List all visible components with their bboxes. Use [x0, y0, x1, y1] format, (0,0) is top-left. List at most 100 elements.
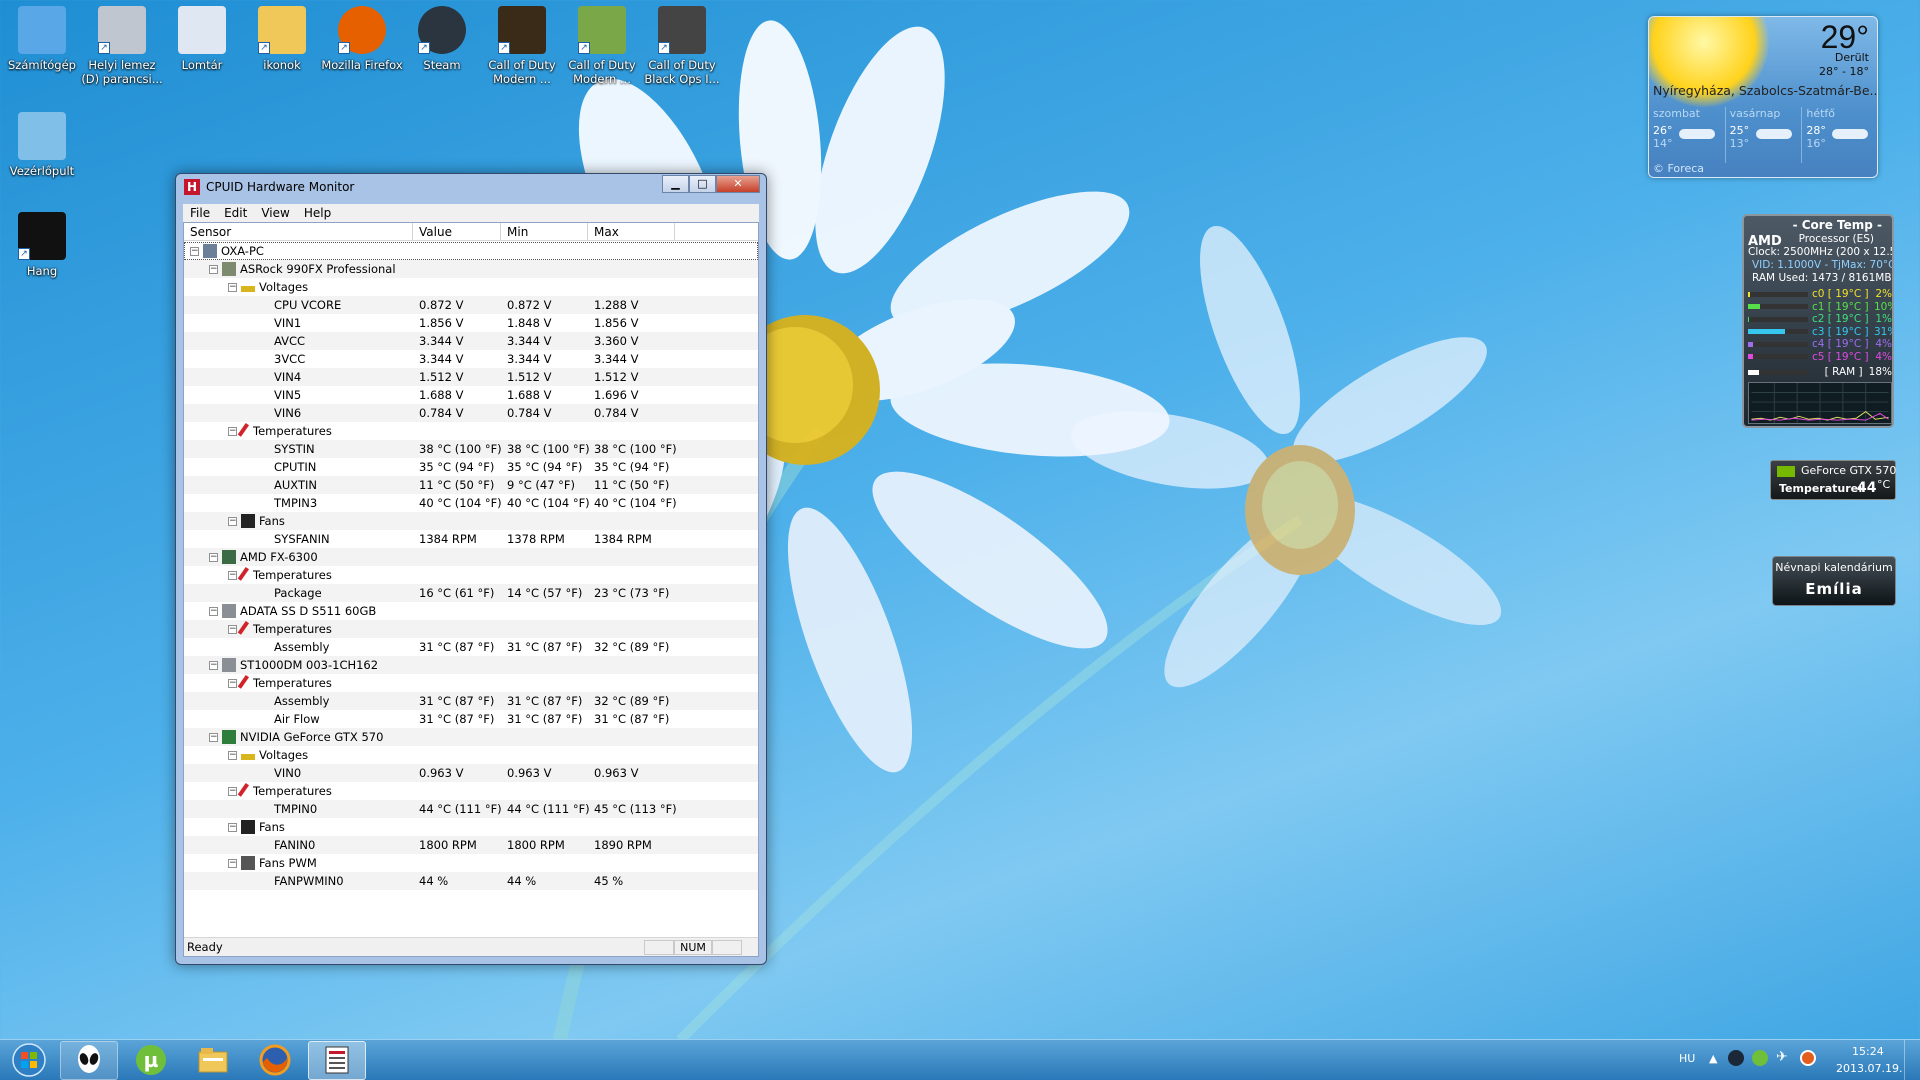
weather-gadget[interactable]: 29° Derült 28° - 18° Nyíregyháza, Szabol… [1648, 16, 1878, 178]
desktop-icon-recycle-bin[interactable]: Lomtár [160, 6, 244, 72]
clock-date[interactable]: 2013.07.19. [1836, 1062, 1902, 1075]
collapse-toggle-icon[interactable]: − [228, 516, 237, 526]
tree-node[interactable]: − Fans PWM [184, 854, 758, 872]
nameday-gadget[interactable]: Névnapi kalendárium Emília [1772, 556, 1896, 606]
network-tray-icon[interactable]: ✈ [1776, 1049, 1788, 1065]
desktop-icon-label: Lomtár [181, 58, 223, 72]
sensor-row[interactable]: SYSFANIN 1384 RPM 1378 RPM 1384 RPM [184, 530, 758, 548]
collapse-toggle-icon[interactable]: − [209, 606, 218, 616]
desktop-icon-cod-mw2[interactable]: ↗ Call of Duty Modern ... [480, 6, 564, 86]
tree-node[interactable]: − Temperatures [184, 566, 758, 584]
sensor-row[interactable]: VIN1 1.856 V 1.848 V 1.856 V [184, 314, 758, 332]
sensor-row[interactable]: AUXTIN 11 °C (50 °F) 9 °C (47 °F) 11 °C (50… [184, 476, 758, 494]
menu-help[interactable]: Help [297, 204, 338, 222]
tree-node[interactable]: − OXA-PC [184, 242, 758, 260]
taskbar-hwmonitor[interactable] [308, 1040, 366, 1080]
menu-file[interactable]: File [183, 204, 217, 222]
computer-icon [18, 6, 66, 54]
weather-condition: Derült [1834, 51, 1869, 64]
collapse-toggle-icon[interactable]: − [228, 858, 237, 868]
tree-node[interactable]: − ADATA SS D S511 60GB [184, 602, 758, 620]
maximize-button[interactable]: □ [689, 175, 716, 193]
menu-view[interactable]: View [254, 204, 296, 222]
sensor-row[interactable]: 3VCC 3.344 V 3.344 V 3.344 V [184, 350, 758, 368]
collapse-toggle-icon[interactable]: − [209, 732, 218, 742]
tree-node[interactable]: − AMD FX-6300 [184, 548, 758, 566]
start-button[interactable] [0, 1041, 58, 1080]
tree-node[interactable]: − Temperatures [184, 620, 758, 638]
tree-node[interactable]: − Temperatures [184, 422, 758, 440]
sensor-row[interactable]: FANIN0 1800 RPM 1800 RPM 1890 RPM [184, 836, 758, 854]
desktop-icon-control-panel[interactable]: Vezérlőpult [0, 112, 84, 178]
column-sensor[interactable]: Sensor [184, 223, 413, 240]
column-value[interactable]: Value [413, 223, 501, 240]
sensor-row[interactable]: SYSTIN 38 °C (100 °F) 38 °C (100 °F) 38 °C … [184, 440, 758, 458]
tree-node[interactable]: − Temperatures [184, 674, 758, 692]
tree-node[interactable]: − Voltages [184, 746, 758, 764]
sensor-row[interactable]: Assembly 31 °C (87 °F) 31 °C (87 °F) 32 °C … [184, 692, 758, 710]
column-max[interactable]: Max [588, 223, 675, 240]
collapse-toggle-icon[interactable]: − [228, 786, 237, 796]
minimize-button[interactable]: ▁ [662, 175, 689, 193]
tree-node[interactable]: − ST1000DM 003-1CH162 [184, 656, 758, 674]
taskbar-utorrent[interactable]: µ [122, 1041, 180, 1080]
volume-tray-icon[interactable] [1800, 1050, 1816, 1066]
tree-node[interactable]: − Fans [184, 512, 758, 530]
tree-node[interactable]: − Temperatures [184, 782, 758, 800]
collapse-toggle-icon[interactable]: − [228, 624, 237, 634]
utorrent-tray-icon[interactable] [1752, 1050, 1768, 1066]
desktop-icon-cod-bo2[interactable]: ↗ Call of Duty Black Ops I... [640, 6, 724, 86]
sensor-row[interactable]: VIN4 1.512 V 1.512 V 1.512 V [184, 368, 758, 386]
tree-node[interactable]: − ASRock 990FX Professional [184, 260, 758, 278]
hwmonitor-window[interactable]: H CPUID Hardware Monitor ▁ □ ✕ File Edit… [175, 173, 767, 965]
sensor-row[interactable]: Package 16 °C (61 °F) 14 °C (57 °F) 23 °C (… [184, 584, 758, 602]
desktop-icon-computer[interactable]: Számítógép [0, 6, 84, 72]
desktop-icon-cod-mw3[interactable]: ↗ Call of Duty Modern ... [560, 6, 644, 86]
sensor-row[interactable]: CPU VCORE 0.872 V 0.872 V 1.288 V [184, 296, 758, 314]
sensor-row[interactable]: AVCC 3.344 V 3.344 V 3.360 V [184, 332, 758, 350]
language-indicator[interactable]: HU [1679, 1052, 1695, 1065]
collapse-toggle-icon[interactable]: − [209, 552, 218, 562]
sensor-row[interactable]: FANPWMIN0 44 % 44 % 45 % [184, 872, 758, 890]
taskbar-firefox[interactable] [246, 1041, 304, 1080]
sensor-row[interactable]: Air Flow 31 °C (87 °F) 31 °C (87 °F) 31 °C … [184, 710, 758, 728]
tree-node[interactable]: − NVIDIA GeForce GTX 570 [184, 728, 758, 746]
taskbar-alien[interactable] [60, 1040, 118, 1080]
clock-time[interactable]: 15:24 [1852, 1045, 1884, 1058]
desktop-icon-firefox[interactable]: ↗ Mozilla Firefox [320, 6, 404, 72]
sensor-row[interactable]: Assembly 31 °C (87 °F) 31 °C (87 °F) 32 °C … [184, 638, 758, 656]
desktop-icon-disk[interactable]: ↗ Helyi lemez (D) parancsi... [80, 6, 164, 86]
desktop-icon-steam[interactable]: ↗ Steam [400, 6, 484, 72]
collapse-toggle-icon[interactable]: − [228, 678, 237, 688]
menu-edit[interactable]: Edit [217, 204, 254, 222]
sensor-row[interactable]: VIN6 0.784 V 0.784 V 0.784 V [184, 404, 758, 422]
collapse-toggle-icon[interactable]: − [209, 660, 218, 670]
steam-tray-icon[interactable] [1728, 1050, 1744, 1066]
tree-node[interactable]: − Voltages [184, 278, 758, 296]
coretemp-gadget[interactable]: AMD - Core Temp - Processor (ES) Clock: … [1742, 214, 1894, 428]
sensor-tree[interactable]: − OXA-PC − ASRock 990FX Professional − Voltag… [184, 242, 758, 936]
sensor-row[interactable]: CPUTIN 35 °C (94 °F) 35 °C (94 °F) 35 °C (9… [184, 458, 758, 476]
sensor-row[interactable]: VIN0 0.963 V 0.963 V 0.963 V [184, 764, 758, 782]
close-button[interactable]: ✕ [716, 175, 760, 193]
collapse-toggle-icon[interactable]: − [228, 750, 237, 760]
tray-expand-icon[interactable]: ▲ [1709, 1052, 1717, 1065]
show-desktop-button[interactable] [1904, 1040, 1920, 1080]
collapse-toggle-icon[interactable]: − [228, 426, 237, 436]
collapse-toggle-icon[interactable]: − [209, 264, 218, 274]
geforce-gadget[interactable]: GeForce GTX 570 Temperature: 44 °C [1770, 460, 1896, 500]
collapse-toggle-icon[interactable]: − [228, 822, 237, 832]
sensor-row[interactable]: TMPIN0 44 °C (111 °F) 44 °C (111 °F) 45 °C … [184, 800, 758, 818]
window-titlebar[interactable]: H CPUID Hardware Monitor ▁ □ ✕ [176, 174, 766, 200]
column-min[interactable]: Min [501, 223, 588, 240]
taskbar-explorer[interactable] [184, 1041, 242, 1080]
sensor-row[interactable]: TMPIN3 40 °C (104 °F) 40 °C (104 °F) 40 °C … [184, 494, 758, 512]
collapse-toggle-icon[interactable]: − [190, 246, 199, 256]
tree-node[interactable]: − Fans [184, 818, 758, 836]
desktop-icon-folder[interactable]: ↗ ikonok [240, 6, 324, 72]
weather-provider[interactable]: © Foreca [1653, 162, 1704, 175]
collapse-toggle-icon[interactable]: − [228, 570, 237, 580]
sensor-row[interactable]: VIN5 1.688 V 1.688 V 1.696 V [184, 386, 758, 404]
collapse-toggle-icon[interactable]: − [228, 282, 237, 292]
desktop-icon-sound[interactable]: ↗ Hang [0, 212, 84, 278]
